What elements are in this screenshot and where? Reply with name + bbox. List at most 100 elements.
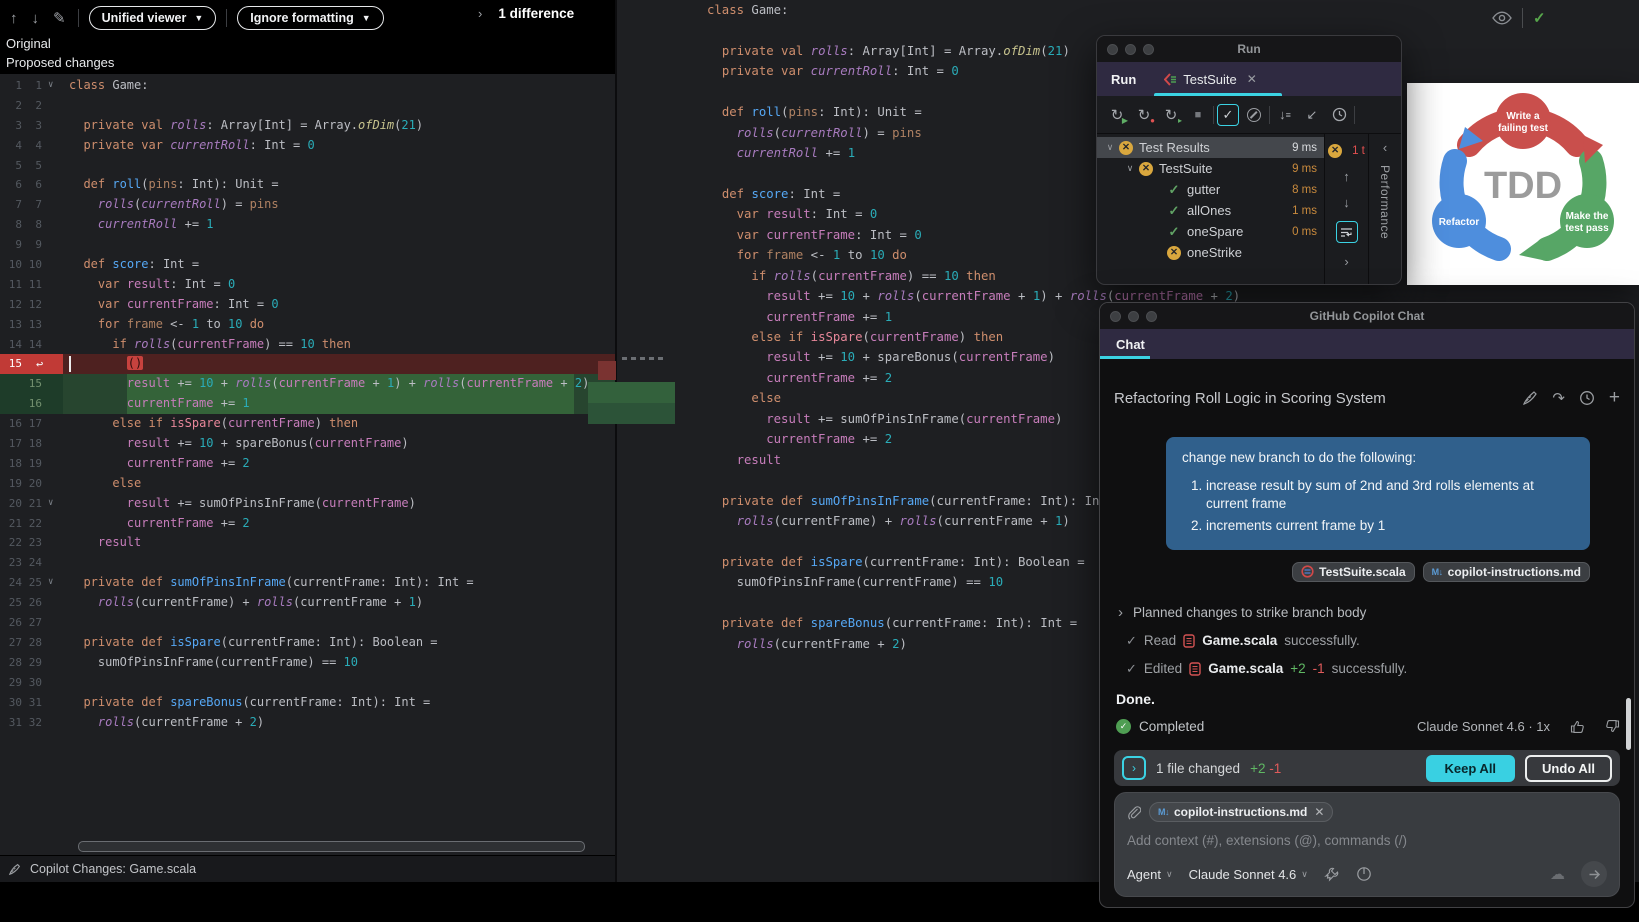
formatting-dropdown[interactable]: Ignore formatting ▼ (237, 6, 384, 30)
step-filename[interactable]: Game.scala (1208, 661, 1283, 676)
diff-row[interactable]: 16 17 else if isSpare(currentFrame) then (0, 414, 615, 434)
run-titlebar[interactable]: Run (1097, 36, 1401, 62)
diff-row[interactable]: 12 12 var currentFrame: Int = 0 (0, 295, 615, 315)
diff-row[interactable]: 17 18 result += 10 + spareBonus(currentFr… (0, 434, 615, 454)
revert-icon[interactable]: ↩ (36, 355, 43, 375)
diff-row[interactable]: 66 def roll(pins: Int): Unit = (0, 175, 615, 195)
diff-row[interactable]: 21 22 currentFrame += 2 (0, 514, 615, 534)
diff-row[interactable]: 20 21 ∨ result += sumOfPinsInFrame(current… (0, 494, 615, 514)
sort-icon[interactable]: ↓ ≡ (1273, 103, 1297, 127)
navigate-icon[interactable]: ↙ (1300, 103, 1324, 127)
diff-row[interactable]: 31 32 rolls(currentFrame + 2) (0, 713, 615, 733)
diff-row[interactable]: 18 19 currentFrame += 2 (0, 454, 615, 474)
test-tree-item-gutter[interactable]: ✓ gutter 8 ms (1097, 179, 1324, 200)
diff-row[interactable]: 22 (0, 96, 615, 116)
diff-row[interactable]: 27 28 private def isSpare(currentFrame: I… (0, 633, 615, 653)
show-ignored-icon[interactable] (1242, 103, 1266, 127)
rerun-icon[interactable]: ↻ ▶ (1105, 103, 1129, 127)
close-tab-icon[interactable]: ✕ (1247, 72, 1257, 86)
vertical-scrollbar[interactable] (1626, 698, 1631, 750)
test-tree-item-testsuite[interactable]: ∨ ✕ TestSuite 9 ms (1097, 158, 1324, 179)
expand-changes-button[interactable]: › (1122, 756, 1146, 780)
chevron-down-icon[interactable]: ∨ (1105, 142, 1115, 153)
previous-failed-test-icon[interactable]: ↑ (1343, 169, 1350, 184)
test-history-icon[interactable] (1327, 103, 1351, 127)
horizontal-scrollbar[interactable] (78, 841, 585, 852)
retry-icon[interactable]: ↷ (1552, 389, 1565, 407)
diff-row[interactable]: 10 10 def score: Int = (0, 255, 615, 275)
tab-chat[interactable]: Chat (1116, 337, 1145, 352)
diff-row[interactable]: 26 27 (0, 613, 615, 633)
next-failed-test-icon[interactable]: ↓ (1343, 195, 1350, 210)
collapse-strip-icon[interactable]: ‹ (1383, 140, 1387, 155)
test-tree-item-allones[interactable]: ✓ allOnes 1 ms (1097, 200, 1324, 221)
fold-icon[interactable]: ∨ (48, 494, 53, 514)
expand-rail-icon[interactable]: › (1344, 254, 1348, 269)
send-button[interactable] (1581, 861, 1607, 887)
tab-testsuite[interactable]: TestSuite ✕ (1164, 72, 1257, 87)
rerun-failed-tests-icon[interactable]: ↻ ● (1132, 103, 1156, 127)
test-tree-item-onestrike[interactable]: ✕ oneStrike (1097, 242, 1324, 263)
chevron-right-icon[interactable]: › (478, 6, 482, 21)
diff-row[interactable]: 30 31 private def spareBonus(currentFrame… (0, 693, 615, 713)
diff-row[interactable]: 13 13 for frame <- 1 to 10 do (0, 315, 615, 335)
diff-row[interactable]: 11 11 var result: Int = 0 (0, 275, 615, 295)
paperclip-icon[interactable] (1127, 805, 1141, 820)
usage-gauge-icon[interactable] (1356, 866, 1372, 882)
edit-icon[interactable]: ✎ (51, 9, 68, 27)
tab-performance[interactable]: Performance (1378, 165, 1392, 239)
toggle-auto-test-icon[interactable]: ↻ ▸ (1159, 103, 1183, 127)
viewer-mode-dropdown[interactable]: Unified viewer ▼ (88, 6, 217, 30)
planned-changes-row[interactable]: › Planned changes to strike branch body (1114, 604, 1620, 621)
diff-row[interactable]: 55 (0, 156, 615, 176)
keep-all-button[interactable]: Keep All (1425, 754, 1516, 782)
step-filename[interactable]: Game.scala (1202, 633, 1277, 648)
diff-row-del[interactable]: 15 ↩ () (0, 354, 615, 375)
next-difference-button[interactable]: ↓ (30, 10, 42, 27)
eye-icon[interactable] (1492, 11, 1512, 25)
diff-row[interactable]: 24 25 ∨ private def sumOfPinsInFrame(curre… (0, 573, 615, 593)
stop-icon[interactable]: ■ (1186, 103, 1210, 127)
diff-row[interactable]: 23 24 (0, 553, 615, 573)
attachment-copilot-instructions[interactable]: M↓ copilot-instructions.md (1422, 561, 1590, 582)
chevron-right-icon[interactable]: › (1118, 604, 1123, 621)
diff-row[interactable]: 33 private val rolls: Array[Int] = Array… (0, 116, 615, 136)
cloud-icon[interactable]: ☁ (1550, 865, 1565, 883)
attachment-testsuite-scala[interactable]: TestSuite.scala (1292, 561, 1415, 582)
diff-row-add[interactable]: 16 currentFrame += 1 (0, 394, 615, 415)
test-tree-item-test-results[interactable]: ∨ ✕ Test Results 9 ms (1097, 137, 1324, 158)
previous-difference-button[interactable]: ↑ (8, 10, 20, 27)
diff-row[interactable]: 77 rolls(currentRoll) = pins (0, 195, 615, 215)
show-passed-icon[interactable]: ✓ (1217, 103, 1239, 126)
fold-icon[interactable]: ∨ (48, 76, 53, 96)
chat-titlebar[interactable]: GitHub Copilot Chat (1100, 303, 1634, 329)
chevron-down-icon[interactable]: ∨ (1125, 163, 1135, 174)
diff-row[interactable]: 29 30 (0, 673, 615, 693)
new-chat-icon[interactable]: + (1609, 387, 1620, 409)
diff-row[interactable]: 99 (0, 235, 615, 255)
diff-row[interactable]: 44 private var currentRoll: Int = 0 (0, 136, 615, 156)
diff-row[interactable]: 25 26 rolls(currentFrame) + rolls(current… (0, 593, 615, 613)
remove-chip-icon[interactable]: ✕ (1314, 805, 1324, 819)
model-selector[interactable]: Claude Sonnet 4.6 ∨ (1189, 867, 1308, 882)
diff-row[interactable]: 19 20 else (0, 474, 615, 494)
context-chip-copilot-instructions[interactable]: M↓ copilot-instructions.md ✕ (1149, 802, 1334, 822)
diff-row[interactable]: 28 29 sumOfPinsInFrame(currentFrame) == 1… (0, 653, 615, 673)
diff-row[interactable]: 22 23 result (0, 533, 615, 553)
fold-icon[interactable]: ∨ (48, 573, 53, 593)
history-icon[interactable] (1579, 390, 1595, 406)
no-problems-icon[interactable]: ✓ (1533, 9, 1546, 27)
thumbs-down-icon[interactable] (1605, 719, 1620, 734)
chat-input-placeholder[interactable]: Add context (#), extensions (@), command… (1127, 833, 1607, 848)
chat-input-card[interactable]: M↓ copilot-instructions.md ✕ Add context… (1114, 792, 1620, 897)
diff-row-add[interactable]: 15 result += 10 + rolls(currentFrame + 1… (0, 374, 615, 395)
soft-wrap-icon[interactable] (1335, 221, 1358, 243)
diff-row[interactable]: 88 currentRoll += 1 (0, 215, 615, 235)
diff-row[interactable]: 1 1 ∨ class Game: (0, 76, 615, 96)
quill-icon[interactable] (1522, 390, 1538, 406)
mode-selector[interactable]: Agent ∨ (1127, 867, 1173, 882)
diff-code[interactable]: 1 1 ∨ class Game: 2 2 33 private val rolls: A… (0, 76, 615, 732)
tools-icon[interactable] (1324, 866, 1340, 882)
test-tree-item-onespare[interactable]: ✓ oneSpare 0 ms (1097, 221, 1324, 242)
undo-all-button[interactable]: Undo All (1525, 754, 1612, 782)
